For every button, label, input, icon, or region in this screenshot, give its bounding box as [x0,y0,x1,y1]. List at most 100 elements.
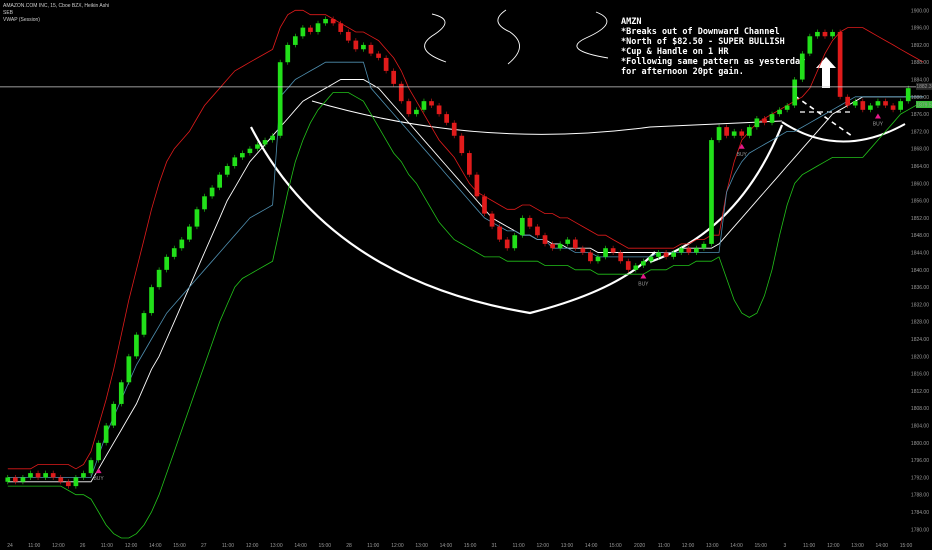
candle [308,27,313,32]
candle [149,287,154,314]
squiggle-drawing-2 [497,9,520,65]
candle [830,31,835,37]
candle [883,101,888,106]
x-tick-label: 12:00 [682,543,695,549]
x-tick-label: 14:00 [876,543,889,549]
candle [724,127,729,136]
handle-dash-drawing [794,95,853,137]
y-tick-label: 1788.00 [911,493,929,499]
y-tick-label: 1840.00 [911,268,929,274]
candle [247,148,253,154]
candle [96,442,101,461]
candle [701,243,707,249]
arrow-up-icon [816,57,836,88]
candle [535,226,540,236]
y-tick-label: 1792.00 [911,475,929,481]
y-tick-label: 1800.00 [911,441,929,447]
candle [618,252,624,262]
candle [709,140,714,244]
candle [50,473,56,478]
candle [285,44,291,63]
y-tick-label: 1888.00 [911,60,929,66]
candle [421,101,427,110]
candle [739,131,745,136]
candle [731,131,737,136]
x-tick-label: 11:00 [367,543,379,549]
candle [436,105,442,115]
candle [625,261,631,270]
buy-label: BUY [873,121,884,127]
candle [678,248,684,253]
x-tick-label: 31 [492,543,498,549]
candle [292,36,298,45]
x-tick-label: 12:00 [536,543,549,549]
candle [905,88,911,102]
candle [716,127,722,141]
candle [648,256,654,262]
candle [13,477,18,482]
time-axis[interactable]: 24 11:00 12:00 26 11:00 12:00 14:00 15:00 27 11:0… [7,543,912,549]
candle [807,36,813,54]
x-tick-label: 2020 [634,543,645,549]
candle [141,313,147,335]
candle [610,248,616,253]
x-tick-label: 12:00 [827,543,840,549]
x-tick-label: 13:00 [415,543,428,549]
candle [353,40,359,50]
candle [134,334,139,357]
x-tick-label: 12:00 [391,543,404,549]
x-tick-label: 14:00 [440,543,453,549]
y-tick-label: 1884.00 [911,78,929,84]
candle [451,122,457,136]
candle [414,109,419,115]
candle [769,114,775,123]
y-tick-label: 1892.00 [911,43,929,49]
y-tick-label: 1896.00 [911,26,929,32]
candle [338,23,344,32]
candle [65,481,71,487]
candle [20,477,26,482]
y-tick-label: 1812.00 [911,389,929,395]
y-tick-label: 1852.00 [911,216,929,222]
x-tick-label: 15:00 [754,543,767,549]
candle [406,101,412,115]
ma-line [7,79,924,483]
candle [361,44,366,50]
x-tick-label: 28 [346,543,352,549]
candle [187,226,192,240]
candles-layer [5,16,911,489]
candle [217,174,222,188]
candle [43,473,48,478]
candle [898,101,903,110]
x-tick-label: 13:00 [851,543,864,549]
candle [572,239,578,249]
candle [73,477,79,487]
candle [557,243,563,249]
candle [111,403,117,426]
price-chart[interactable]: BUY BUY BUY BUY 1900.00 1896.00 1892.00 1888.0… [0,0,932,550]
squiggle-drawing-3 [576,11,609,59]
candle [179,239,185,249]
candle [542,235,548,244]
candle [641,261,646,266]
candle [671,252,676,257]
candle [383,57,389,71]
candle [852,101,858,106]
indicator-layer [7,9,924,539]
candle [815,31,820,37]
candle [300,27,306,37]
candle [482,196,487,214]
y-tick-label: 1868.00 [911,147,929,153]
x-tick-label: 15:00 [609,543,622,549]
candle [232,157,238,167]
candle [595,256,601,262]
candle [656,252,661,257]
candle [875,101,881,106]
y-tick-label: 1828.00 [911,320,929,326]
y-tick-label: 1900.00 [911,8,929,14]
buy-signal-icon [874,113,881,119]
candle [799,53,805,80]
candle [512,235,518,249]
candle [754,118,760,128]
x-tick-label: 15:00 [173,543,186,549]
